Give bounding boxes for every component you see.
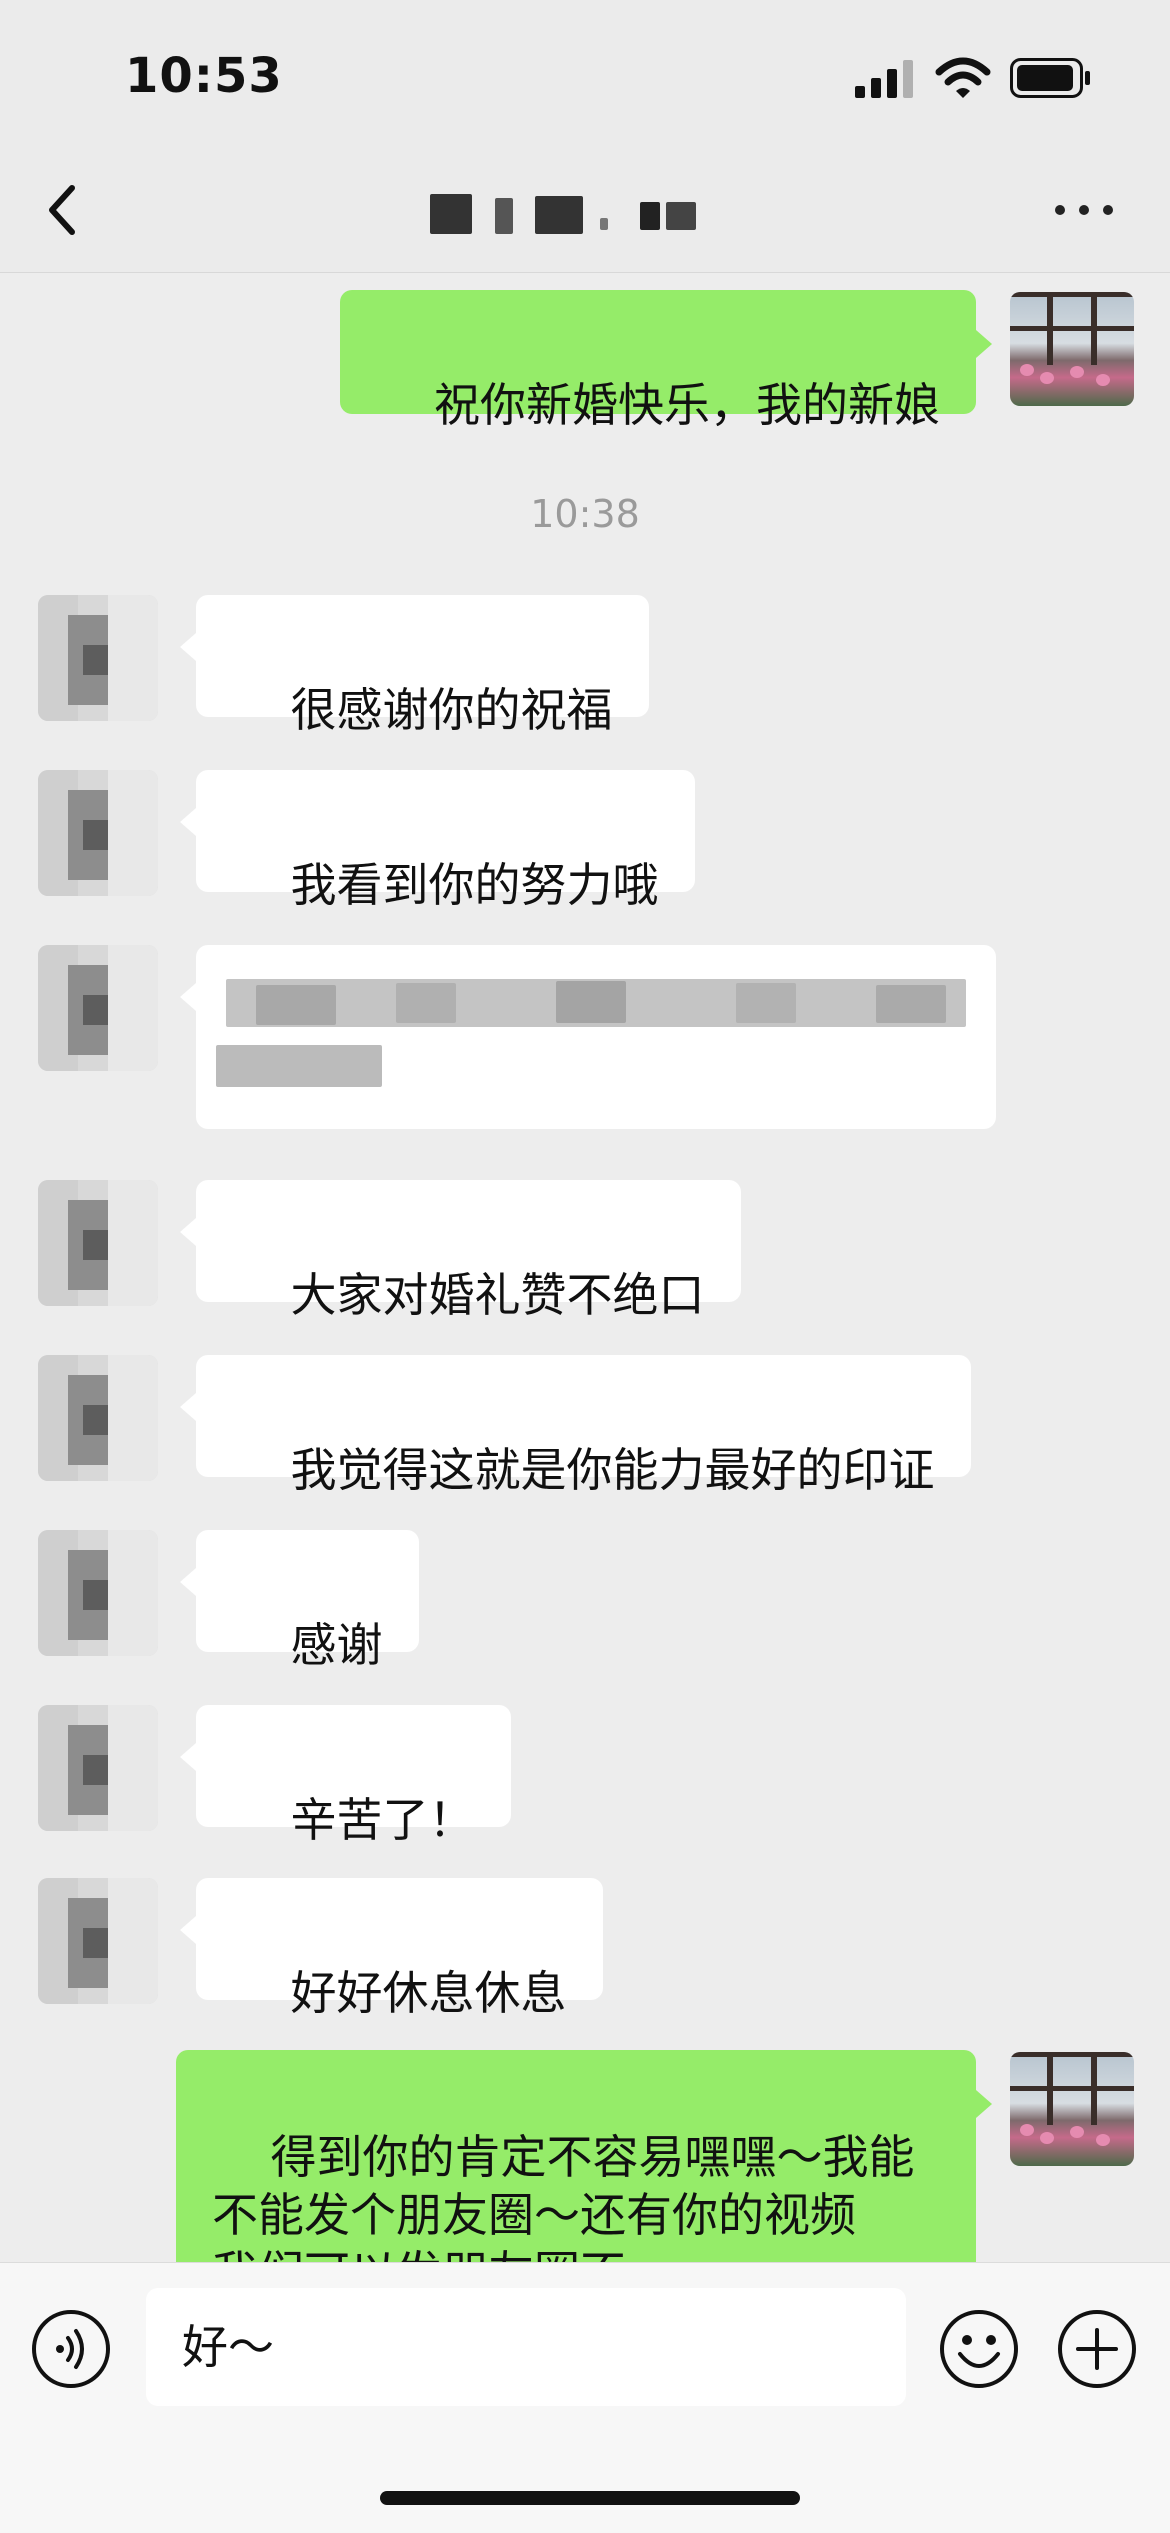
contact-avatar[interactable] bbox=[38, 1180, 158, 1306]
message-row: 大家对婚礼赞不绝口 bbox=[0, 1180, 1170, 1322]
message-bubble-sent[interactable]: 得到你的肯定不容易嘿嘿～我能 不能发个朋友圈～还有你的视频 我们可以发朋友圈不～ bbox=[176, 2050, 992, 2262]
chat-title-redacted bbox=[430, 188, 740, 236]
message-row: 很感谢你的祝福 bbox=[0, 595, 1170, 737]
contact-avatar[interactable] bbox=[38, 945, 158, 1071]
home-indicator bbox=[380, 2491, 800, 2505]
message-row: 感谢 bbox=[0, 1530, 1170, 1672]
message-text: 感谢 bbox=[290, 1618, 383, 1672]
battery-icon bbox=[1010, 58, 1090, 98]
message-row: 我觉得这就是你能力最好的印证 bbox=[0, 1355, 1170, 1497]
message-row: 祝你新婚快乐，我的新娘 bbox=[0, 290, 1170, 432]
chat-header bbox=[0, 150, 1170, 273]
contact-avatar[interactable] bbox=[38, 595, 158, 721]
message-bubble-received[interactable]: 大家对婚礼赞不绝口 bbox=[180, 1180, 741, 1322]
message-bubble-received[interactable]: 我看到你的努力哦 bbox=[180, 770, 695, 912]
contact-avatar[interactable] bbox=[38, 1878, 158, 2004]
message-bubble-received[interactable]: 好好休息休息 bbox=[180, 1878, 603, 2020]
message-bubble-sent[interactable]: 祝你新婚快乐，我的新娘 bbox=[339, 290, 992, 432]
message-row: 好好休息休息 bbox=[0, 1878, 1170, 2020]
message-bubble-received[interactable]: 感谢 bbox=[180, 1530, 419, 1672]
contact-avatar[interactable] bbox=[38, 1530, 158, 1656]
message-text: 好好休息休息 bbox=[290, 1966, 567, 2020]
message-bubble-received-redacted[interactable] bbox=[180, 945, 996, 1129]
plus-icon[interactable] bbox=[1056, 2308, 1138, 2390]
message-bubble-received[interactable]: 辛苦了！ bbox=[180, 1705, 511, 1847]
message-text: 辛苦了！ bbox=[290, 1793, 475, 1847]
message-text: 很感谢你的祝福 bbox=[290, 683, 613, 737]
status-bar: 10:53 bbox=[0, 0, 1170, 150]
my-avatar[interactable] bbox=[1010, 2052, 1134, 2166]
status-time: 10:53 bbox=[125, 48, 283, 104]
signal-icon bbox=[855, 60, 913, 98]
message-row bbox=[0, 945, 1170, 1135]
more-options-icon[interactable] bbox=[1055, 195, 1115, 223]
message-text: 祝你新婚快乐，我的新娘 bbox=[434, 378, 940, 432]
message-text: 得到你的肯定不容易嘿嘿～我能 不能发个朋友圈～还有你的视频 我们可以发朋友圈不～ bbox=[212, 2130, 915, 2262]
back-chevron-icon[interactable] bbox=[40, 180, 90, 240]
message-input[interactable]: 好～ bbox=[146, 2288, 906, 2406]
emoji-icon[interactable] bbox=[938, 2308, 1020, 2390]
message-row: 辛苦了！ bbox=[0, 1705, 1170, 1847]
contact-avatar[interactable] bbox=[38, 1355, 158, 1481]
time-divider: 10:38 bbox=[530, 492, 640, 536]
message-text: 大家对婚礼赞不绝口 bbox=[290, 1268, 705, 1322]
my-avatar[interactable] bbox=[1010, 292, 1134, 406]
input-bar: 好～ bbox=[0, 2262, 1170, 2533]
message-bubble-received[interactable]: 我觉得这就是你能力最好的印证 bbox=[180, 1355, 971, 1497]
voice-input-icon[interactable] bbox=[30, 2308, 112, 2390]
message-bubble-received[interactable]: 很感谢你的祝福 bbox=[180, 595, 649, 737]
message-text: 我觉得这就是你能力最好的印证 bbox=[290, 1443, 935, 1497]
message-row: 得到你的肯定不容易嘿嘿～我能 不能发个朋友圈～还有你的视频 我们可以发朋友圈不～ bbox=[0, 2050, 1170, 2262]
message-row: 我看到你的努力哦 bbox=[0, 770, 1170, 912]
contact-avatar[interactable] bbox=[38, 1705, 158, 1831]
message-text: 我看到你的努力哦 bbox=[290, 858, 659, 912]
wifi-icon bbox=[935, 57, 991, 98]
contact-avatar[interactable] bbox=[38, 770, 158, 896]
